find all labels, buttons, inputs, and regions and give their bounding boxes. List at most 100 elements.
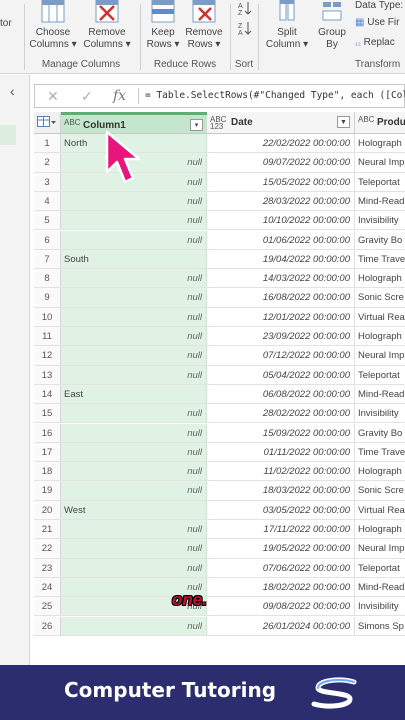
cell-product[interactable]: Sonic Scre [355,481,405,499]
table-row[interactable]: 24 null 18/02/2022 00:00:00 Mind-Read [34,577,405,598]
cell-date[interactable]: 05/04/2022 00:00:00 [207,365,355,384]
keep-rows-button[interactable]: Keep Rows ▾ [144,0,182,51]
filter-dropdown-icon[interactable]: ▾ [190,119,203,131]
commit-icon[interactable]: ✓ [81,88,93,105]
cell-column1[interactable]: null [61,520,207,539]
cell-column1[interactable]: null [61,462,207,481]
formula-input[interactable]: = Table.SelectRows(#"Changed Type", each… [145,90,405,101]
cell-product[interactable]: Virtual Rea [355,308,405,326]
cell-product[interactable]: Teleportat [355,366,405,384]
table-row[interactable]: 18 null 11/02/2022 00:00:00 Holograph [34,462,405,482]
cell-date[interactable]: 01/06/2022 00:00:00 [207,230,355,249]
cell-column1[interactable]: null [61,481,207,500]
column-header-date[interactable]: ABC 123 Date ▼ [207,112,355,134]
table-row[interactable]: 16 null 15/09/2022 00:00:00 Gravity Bo [34,423,405,443]
table-row[interactable]: 9 null 16/08/2022 00:00:00 Sonic Scre [34,288,405,308]
cell-date[interactable]: 28/02/2022 00:00:00 [207,404,355,423]
cell-product[interactable]: Mind-Read [355,578,405,596]
cell-date[interactable]: 26/01/2024 00:00:00 [207,616,355,635]
cell-column1[interactable]: South [61,249,207,269]
cell-product[interactable]: Holograph [355,327,405,345]
cell-date[interactable]: 03/05/2022 00:00:00 [207,500,355,519]
table-row[interactable]: 25 null 09/08/2022 00:00:00 Invisibility [34,597,405,617]
cell-product[interactable]: Holograph [355,134,405,152]
cell-product[interactable]: Neural Imp [355,346,405,364]
table-row[interactable]: 12 null 07/12/2022 00:00:00 Neural Imp [34,346,405,366]
cell-column1[interactable]: null [61,191,207,211]
table-row[interactable]: 15 null 28/02/2022 00:00:00 Invisibility [34,404,405,424]
cell-product[interactable]: Holograph [355,269,405,287]
cell-product[interactable]: Simons Sp [355,617,405,635]
text-type-icon[interactable]: ABC [358,116,374,124]
cell-product[interactable]: Mind-Read [355,192,405,210]
table-row[interactable]: 14 East 06/08/2022 00:00:00 Mind-Read [34,384,405,405]
cell-column1[interactable]: null [61,365,207,384]
table-row[interactable]: 13 null 05/04/2022 00:00:00 Teleportat [34,365,405,385]
table-row[interactable]: 23 null 07/06/2022 00:00:00 Teleportat [34,558,405,578]
cell-product[interactable]: Teleportat [355,173,405,191]
sort-descending-button[interactable]: Z A [236,20,254,40]
cell-date[interactable]: 11/02/2022 00:00:00 [207,462,355,481]
cell-date[interactable]: 19/05/2022 00:00:00 [207,539,355,558]
cell-date[interactable]: 14/03/2022 00:00:00 [207,269,355,288]
any-type-icon[interactable]: ABC 123 [210,116,226,131]
remove-rows-button[interactable]: Remove Rows ▾ [184,0,224,51]
cell-product[interactable]: Time Trave [355,250,405,268]
selected-query-indicator[interactable] [0,125,16,145]
cell-date[interactable]: 07/12/2022 00:00:00 [207,346,355,365]
cell-date[interactable]: 18/02/2022 00:00:00 [207,577,355,597]
cell-product[interactable]: Sonic Scre [355,288,405,306]
cell-date[interactable]: 06/08/2022 00:00:00 [207,384,355,404]
cell-date[interactable]: 09/07/2022 00:00:00 [207,153,355,172]
cell-date[interactable]: 16/08/2022 00:00:00 [207,288,355,307]
cell-date[interactable]: 01/11/2022 00:00:00 [207,442,355,462]
table-row[interactable]: 20 West 03/05/2022 00:00:00 Virtual Rea [34,500,405,520]
cancel-icon[interactable]: ✕ [47,88,59,105]
cell-date[interactable]: 10/10/2022 00:00:00 [207,211,355,230]
chevron-left-icon[interactable]: ‹ [10,83,15,99]
cell-product[interactable]: Time Trave [355,443,405,461]
cell-product[interactable]: Mind-Read [355,385,405,403]
cell-product[interactable]: Invisibility [355,211,405,229]
fx-icon[interactable]: fx [113,88,126,104]
cell-column1[interactable]: null [61,404,207,423]
table-row[interactable]: 8 null 14/03/2022 00:00:00 Holograph [34,269,405,289]
replace-values-button[interactable]: ₁₂ Replac [355,37,395,48]
choose-columns-button[interactable]: Choose Columns ▾ [28,0,78,51]
cell-date[interactable]: 17/11/2022 00:00:00 [207,520,355,539]
cell-date[interactable]: 12/01/2022 00:00:00 [207,307,355,326]
cell-column1[interactable]: null [61,327,207,346]
table-menu-button[interactable] [34,112,61,134]
use-first-row-button[interactable]: ▦ Use Fir [355,17,399,28]
column-header-product[interactable]: ABC Produ [355,112,405,134]
table-row[interactable]: 1 North 22/02/2022 00:00:00 Holograph [34,134,405,154]
cell-date[interactable]: 15/05/2022 00:00:00 [207,172,355,191]
cell-date[interactable]: 18/03/2022 00:00:00 [207,481,355,500]
cell-product[interactable]: Invisibility [355,597,405,615]
cell-date[interactable]: 09/08/2022 00:00:00 [207,597,355,616]
split-column-button[interactable]: Split Column ▾ [262,0,312,51]
text-type-icon[interactable]: ABC [64,119,80,127]
table-row[interactable]: 5 null 10/10/2022 00:00:00 Invisibility [34,211,405,231]
cell-product[interactable]: Virtual Rea [355,501,405,519]
cell-product[interactable]: Neural Imp [355,539,405,557]
cell-date[interactable]: 15/09/2022 00:00:00 [207,423,355,442]
filter-applied-icon[interactable]: ▼ [337,116,350,128]
cell-column1[interactable]: West [61,500,207,519]
table-row[interactable]: 3 null 15/05/2022 00:00:00 Teleportat [34,172,405,192]
cell-date[interactable]: 28/03/2022 00:00:00 [207,191,355,211]
remove-columns-button[interactable]: Remove Columns ▾ [82,0,132,51]
cell-product[interactable]: Teleportat [355,559,405,577]
cell-product[interactable]: Holograph [355,520,405,538]
cell-column1[interactable]: null [61,269,207,288]
table-row[interactable]: 21 null 17/11/2022 00:00:00 Holograph [34,520,405,540]
cell-column1[interactable]: null [61,616,207,635]
table-row[interactable]: 26 null 26/01/2024 00:00:00 Simons Sp [34,616,405,636]
cell-column1[interactable]: East [61,384,207,404]
cell-column1[interactable]: null [61,442,207,462]
cell-column1[interactable]: null [61,346,207,365]
cell-column1[interactable]: null [61,423,207,442]
cell-date[interactable]: 22/02/2022 00:00:00 [207,134,355,153]
cell-column1[interactable]: null [61,211,207,230]
cell-product[interactable]: Invisibility [355,404,405,422]
